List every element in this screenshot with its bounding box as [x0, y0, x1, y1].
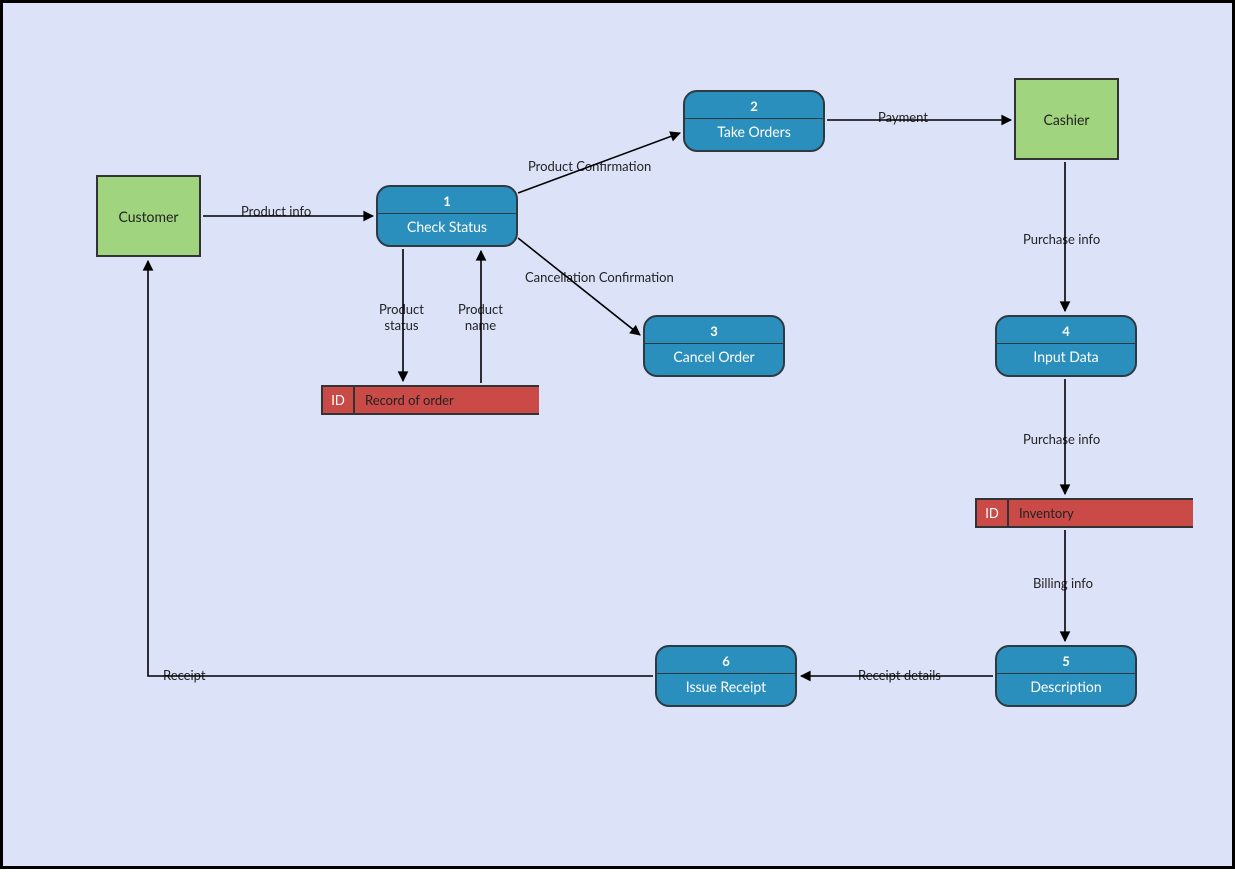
- flow-purchase-info-1: Purchase info: [1023, 231, 1100, 247]
- process-num: 6: [657, 647, 795, 674]
- flow-receipt: Receipt: [163, 667, 206, 683]
- process-label: Take Orders: [685, 119, 823, 146]
- process-label: Input Data: [997, 344, 1135, 371]
- flow-receipt-details: Receipt details: [858, 667, 941, 683]
- datastore-inventory: ID Inventory: [975, 498, 1193, 528]
- process-cancel-order: 3 Cancel Order: [643, 315, 785, 377]
- flow-cancellation-confirmation: Cancellation Confirmation: [525, 269, 674, 285]
- flow-billing-info: Billing info: [1033, 575, 1093, 591]
- process-num: 1: [378, 187, 516, 214]
- diagram-canvas: Customer Cashier 1 Check Status 2 Take O…: [0, 0, 1235, 869]
- process-label: Description: [997, 674, 1135, 701]
- process-take-orders: 2 Take Orders: [683, 90, 825, 152]
- process-check-status: 1 Check Status: [376, 185, 518, 247]
- datastore-id: ID: [975, 498, 1009, 528]
- datastore-record-of-order: ID Record of order: [321, 385, 539, 415]
- datastore-label: Inventory: [1009, 498, 1193, 528]
- flow-product-info: Product info: [241, 203, 311, 219]
- process-num: 3: [645, 317, 783, 344]
- entity-label: Customer: [118, 208, 178, 225]
- flow-product-confirmation: Product Confirmation: [528, 158, 651, 174]
- flow-product-status: Product status: [379, 301, 424, 334]
- process-label: Issue Receipt: [657, 674, 795, 701]
- entity-customer: Customer: [96, 175, 201, 257]
- process-label: Check Status: [378, 214, 516, 241]
- flow-payment: Payment: [878, 109, 928, 125]
- process-description: 5 Description: [995, 645, 1137, 707]
- entity-label: Cashier: [1043, 111, 1089, 128]
- process-input-data: 4 Input Data: [995, 315, 1137, 377]
- entity-cashier: Cashier: [1014, 78, 1119, 160]
- process-num: 4: [997, 317, 1135, 344]
- flow-product-name: Product name: [458, 301, 503, 334]
- datastore-id: ID: [321, 385, 355, 415]
- flow-purchase-info-2: Purchase info: [1023, 431, 1100, 447]
- datastore-label: Record of order: [355, 385, 539, 415]
- process-num: 5: [997, 647, 1135, 674]
- process-num: 2: [685, 92, 823, 119]
- process-label: Cancel Order: [645, 344, 783, 371]
- process-issue-receipt: 6 Issue Receipt: [655, 645, 797, 707]
